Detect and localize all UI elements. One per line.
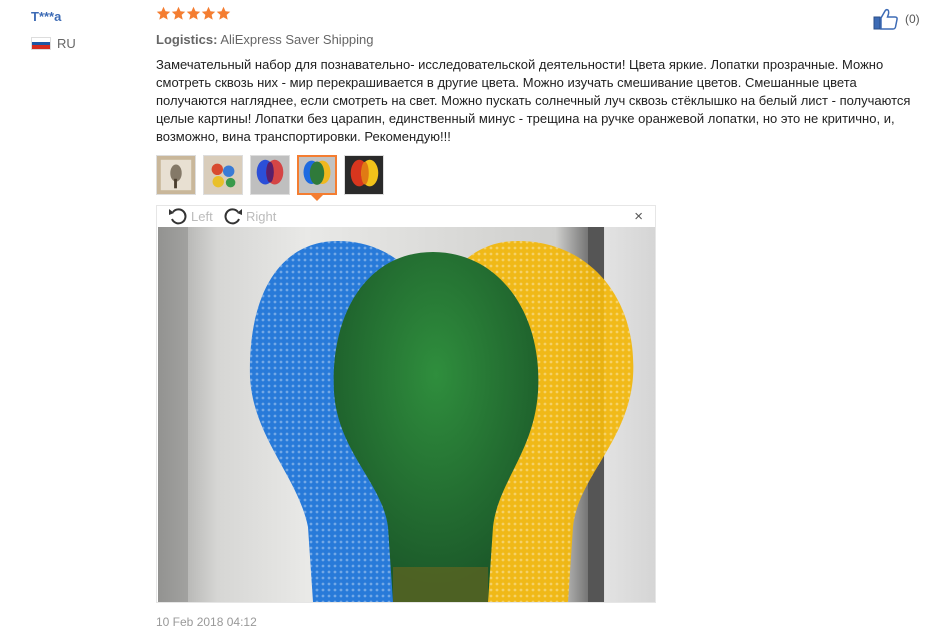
selected-thumbnail-caret — [311, 195, 323, 201]
close-viewer-button[interactable]: × — [634, 209, 643, 224]
logistics-value: AliExpress Saver Shipping — [220, 32, 374, 47]
helpful-count: (0) — [905, 12, 920, 26]
photo-thumbnail[interactable] — [156, 155, 196, 195]
rotate-right-icon — [224, 208, 242, 225]
country-code: RU — [57, 36, 76, 51]
photo-viewer: Left Right × — [156, 205, 656, 603]
photo-thumbnail[interactable] — [203, 155, 243, 195]
rotate-left-label: Left — [191, 208, 213, 224]
rotate-right-label: Right — [246, 208, 277, 224]
review-photo — [158, 227, 655, 602]
photo-viewer-toolbar: Left Right × — [157, 206, 655, 227]
review-photo-thumbnails — [156, 155, 384, 195]
rotate-left-icon — [169, 208, 187, 225]
star-icon — [186, 6, 201, 20]
star-rating — [156, 6, 231, 21]
reviewer-name: T***a — [31, 9, 62, 24]
review-text: Замечательный набор для познавательно- и… — [156, 57, 911, 144]
photo-thumbnail[interactable] — [344, 155, 384, 195]
star-icon — [201, 6, 216, 20]
rotate-right-button[interactable]: Right — [223, 207, 276, 225]
photo-thumbnail-selected[interactable] — [297, 155, 337, 195]
photo-thumbnail[interactable] — [250, 155, 290, 195]
helpful-button[interactable]: (0) — [873, 8, 920, 30]
star-icon — [156, 6, 171, 20]
logistics-label: Logistics: — [156, 32, 218, 47]
reviewer-country: RU — [31, 36, 76, 51]
thumbs-up-icon — [873, 8, 898, 30]
rotate-left-button[interactable]: Left — [168, 207, 213, 225]
logistics-info: Logistics: AliExpress Saver Shipping — [156, 32, 374, 47]
star-icon — [216, 6, 231, 20]
star-icon — [171, 6, 186, 20]
russia-flag-icon — [31, 37, 51, 50]
